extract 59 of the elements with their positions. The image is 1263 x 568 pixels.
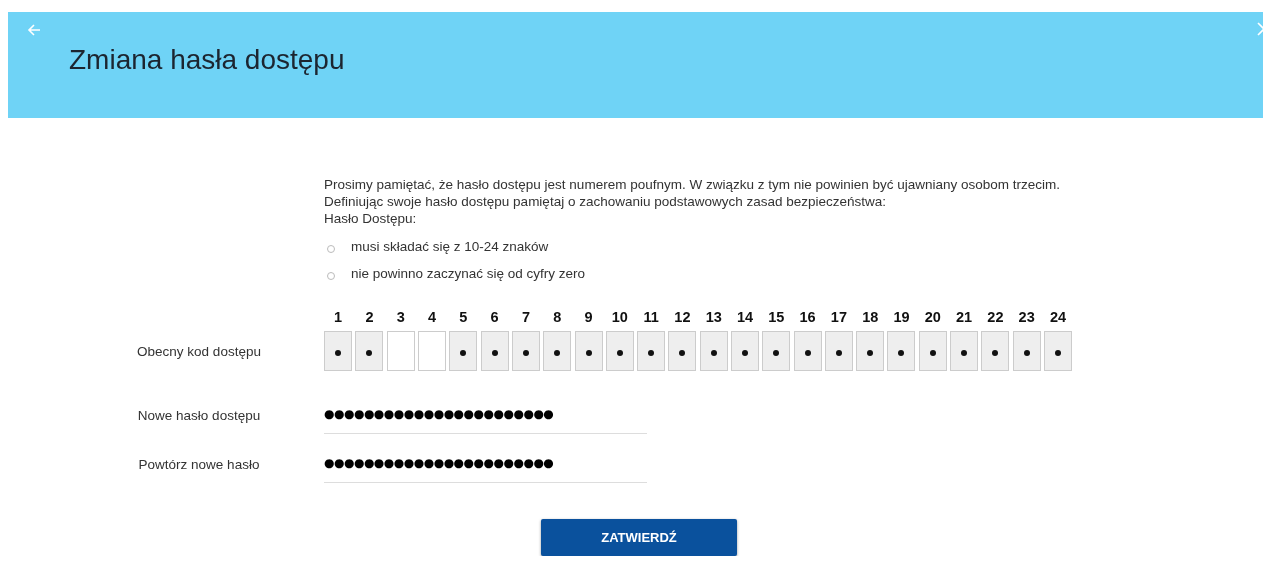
- position-number: 15: [768, 309, 785, 327]
- info-text: Definiując swoje hasło dostępu pamiętaj o zachowaniu podstawowych zasad bezpieczeństwa:: [324, 193, 888, 210]
- masked-dot-icon: [554, 350, 561, 356]
- position-number: 7: [521, 309, 530, 327]
- masked-dot-icon: [710, 350, 717, 356]
- position-number: 24: [1049, 309, 1067, 327]
- masked-dot-icon: [616, 350, 623, 356]
- position-number: 14: [736, 309, 754, 327]
- back-icon[interactable]: [26, 22, 42, 38]
- position-number: 8: [553, 309, 562, 327]
- position-number: 4: [428, 309, 437, 327]
- position-number: 12: [674, 309, 691, 327]
- position-number: 18: [862, 309, 879, 327]
- masked-dot-icon: [679, 350, 686, 356]
- position-number: 16: [799, 309, 816, 327]
- masked-dot-icon: [460, 350, 467, 356]
- masked-dot-icon: [898, 350, 905, 356]
- info-text: Prosimy pamiętać, że hasło dostępu jest numerem poufnym. W związku z tym nie powinien być ujawniany osobom trzecim.: [324, 176, 1062, 193]
- masked-dot-icon: [961, 350, 968, 356]
- masked-dot-icon: [522, 350, 529, 356]
- rule-text: musi składać się z 10-24 znaków: [351, 239, 549, 254]
- masked-dot-icon: [835, 350, 842, 356]
- position-number: 3: [396, 309, 405, 327]
- position-number: 1: [334, 309, 343, 327]
- field-label: Obecny kod dostępu: [136, 342, 262, 361]
- code-digit-field[interactable]: [386, 331, 415, 371]
- masked-dot-icon: [742, 350, 748, 356]
- masked-dot-icon: [992, 350, 999, 356]
- position-number: 10: [611, 309, 628, 327]
- position-number: 21: [956, 309, 973, 327]
- masked-dot-icon: [366, 350, 373, 356]
- rule-text: nie powinno zaczynać się od cyfry zero: [351, 266, 586, 281]
- masked-dot-icon: [773, 350, 780, 356]
- position-number: 13: [705, 309, 722, 327]
- position-number: 11: [643, 309, 659, 327]
- position-number: 2: [365, 309, 374, 327]
- position-number: 9: [584, 309, 593, 327]
- masked-dot-icon: [867, 350, 874, 356]
- submit-button[interactable]: ZATWIERDŹ: [541, 519, 737, 556]
- position-number: 17: [830, 309, 847, 327]
- position-number: 6: [490, 309, 499, 327]
- info-text: Hasło Dostępu:: [324, 210, 418, 227]
- position-number: 19: [893, 309, 910, 327]
- position-number: 20: [924, 309, 941, 327]
- page-title: Zmiana hasła dostępu: [69, 44, 345, 76]
- masked-dot-icon: [335, 350, 342, 356]
- masked-dot-icon: [929, 350, 936, 356]
- position-number: 22: [987, 309, 1004, 327]
- code-digit-field[interactable]: [418, 331, 447, 371]
- field-label: Nowe hasło dostępu: [136, 407, 262, 425]
- position-number: 23: [1018, 309, 1035, 327]
- masked-dot-icon: [648, 350, 655, 356]
- field-label: Powtórz nowe hasło: [137, 456, 261, 474]
- masked-dot-icon: [1023, 350, 1030, 356]
- position-number: 5: [459, 309, 468, 327]
- masked-dot-icon: [585, 350, 592, 356]
- masked-dot-icon: [804, 350, 811, 356]
- masked-dot-icon: [491, 350, 498, 356]
- masked-dot-icon: [1054, 350, 1061, 356]
